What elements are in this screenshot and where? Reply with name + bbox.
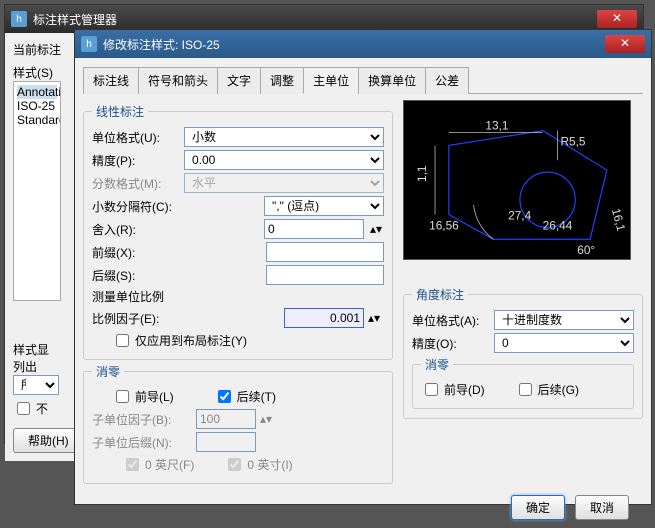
svg-text:16,1: 16,1 (609, 207, 629, 233)
zero-group: 消零 前导(L) 后续(T) 子单位因子(B): ▴▾ 子单位后缀(N): 0 … (83, 363, 393, 484)
ang-unit-format-select[interactable]: 十进制度数 (494, 310, 634, 330)
parent-title: 标注样式管理器 (33, 11, 593, 28)
main-columns: 线性标注 单位格式(U): 小数 精度(P): 0.00 分数格式(M): 水平… (83, 100, 643, 487)
inches-label: 0 英寸(I) (247, 456, 292, 473)
tree-item[interactable]: ISO-25 (17, 99, 57, 113)
round-input[interactable] (264, 219, 364, 239)
angular-group: 角度标注 单位格式(A): 十进制度数 精度(O): 0 消零 前导(D) 后续… (403, 286, 643, 419)
right-column: 13,1 1,1 16,1 27,4 26,44 16,56 60° R5,5 … (403, 100, 643, 487)
app-icon: h (81, 36, 97, 52)
tab-fit[interactable]: 调整 (260, 67, 304, 94)
fraction-format-select: 水平 (184, 173, 384, 193)
sub-suffix-label: 子单位后缀(N): (92, 434, 192, 451)
tree-item[interactable]: Annotative (17, 85, 57, 99)
ok-button[interactable]: 确定 (511, 495, 565, 520)
list-label: 列出 (13, 358, 37, 375)
tab-symbols[interactable]: 符号和箭头 (138, 67, 218, 94)
trailing-label: 后续(T) (237, 388, 276, 405)
styles-tree[interactable]: Annotative ISO-25 Standard (13, 81, 61, 301)
tab-text[interactable]: 文字 (217, 67, 261, 94)
sub-suffix-input (196, 432, 256, 452)
sub-factor-input (196, 409, 256, 429)
tab-bar: 标注线 符号和箭头 文字 调整 主单位 换算单位 公差 (83, 66, 643, 94)
sub-factor-label: 子单位因子(B): (92, 411, 192, 428)
ang-zero-legend: 消零 (421, 356, 453, 373)
svg-text:R5,5: R5,5 (560, 134, 585, 148)
tab-primary-units[interactable]: 主单位 (303, 67, 359, 94)
current-style-label: 当前标注 (13, 41, 61, 58)
dialog-footer: 确定 取消 (83, 487, 643, 528)
svg-text:1,1: 1,1 (415, 165, 429, 182)
ang-leading-checkbox[interactable] (425, 383, 438, 396)
svg-text:26,44: 26,44 (543, 218, 573, 232)
style-display-label: 样式显 (13, 341, 49, 358)
unit-format-select[interactable]: 小数 (184, 127, 384, 147)
modify-dimstyle-dialog: h 修改标注样式: ISO-25 ✕ 标注线 符号和箭头 文字 调整 主单位 换… (74, 29, 652, 505)
ang-zero-group: 消零 前导(D) 后续(G) (412, 356, 634, 409)
ang-precision-label: 精度(O): (412, 335, 490, 352)
leading-label: 前导(L) (135, 388, 174, 405)
suffix-input[interactable] (266, 265, 384, 285)
scale-group: 测量单位比例 比例因子(E): ▴▾ 仅应用到布局标注(Y) (92, 288, 384, 350)
linear-group: 线性标注 单位格式(U): 小数 精度(P): 0.00 分数格式(M): 水平… (83, 103, 393, 360)
feet-label: 0 英尺(F) (145, 456, 194, 473)
zero-legend: 消零 (92, 363, 124, 380)
tab-lines[interactable]: 标注线 (83, 67, 139, 94)
trailing-checkbox[interactable] (218, 390, 231, 403)
svg-text:13,1: 13,1 (485, 119, 508, 133)
svg-text:27,4: 27,4 (508, 209, 531, 223)
scale-factor-label: 比例因子(E): (92, 310, 180, 327)
svg-text:60°: 60° (577, 243, 595, 257)
leading-checkbox[interactable] (116, 390, 129, 403)
precision-select[interactable]: 0.00 (184, 150, 384, 170)
list-filter-select[interactable]: 所有样 (13, 375, 59, 395)
feet-checkbox (126, 458, 139, 471)
fraction-format-label: 分数格式(M): (92, 175, 180, 192)
dimension-preview: 13,1 1,1 16,1 27,4 26,44 16,56 60° R5,5 (403, 100, 631, 260)
ang-leading-label: 前导(D) (444, 381, 485, 398)
unit-format-label: 单位格式(U): (92, 129, 180, 146)
layout-only-label: 仅应用到布局标注(Y) (135, 332, 247, 349)
decimal-sep-select[interactable]: "," (逗点) (264, 196, 384, 216)
inches-checkbox (228, 458, 241, 471)
dialog-content: 标注线 符号和箭头 文字 调整 主单位 换算单位 公差 线性标注 单位格式(U)… (75, 58, 651, 504)
left-column: 线性标注 单位格式(U): 小数 精度(P): 0.00 分数格式(M): 水平… (83, 100, 393, 487)
dialog-titlebar: h 修改标注样式: ISO-25 ✕ (75, 30, 651, 58)
svg-text:16,56: 16,56 (429, 218, 459, 232)
app-icon: h (11, 11, 27, 27)
cancel-button[interactable]: 取消 (575, 495, 629, 520)
suffix-label: 后缀(S): (92, 267, 180, 284)
prefix-input[interactable] (266, 242, 384, 262)
angular-legend: 角度标注 (412, 286, 468, 303)
styles-label: 样式(S) (13, 64, 53, 81)
linear-legend: 线性标注 (92, 103, 148, 120)
layout-only-checkbox[interactable] (116, 334, 129, 347)
ang-trailing-label: 后续(G) (538, 381, 579, 398)
tree-item[interactable]: Standard (17, 113, 57, 127)
ang-unit-format-label: 单位格式(A): (412, 312, 490, 329)
no-checkbox[interactable] (17, 402, 30, 415)
scale-factor-input[interactable] (284, 308, 364, 328)
scale-legend: 测量单位比例 (92, 288, 164, 305)
parent-close-button[interactable]: ✕ (597, 10, 637, 28)
tab-alt-units[interactable]: 换算单位 (358, 67, 426, 94)
ang-precision-select[interactable]: 0 (494, 333, 634, 353)
precision-label: 精度(P): (92, 152, 180, 169)
prefix-label: 前缀(X): (92, 244, 180, 261)
dialog-close-button[interactable]: ✕ (605, 35, 645, 53)
decimal-sep-label: 小数分隔符(C): (92, 198, 180, 215)
ang-trailing-checkbox[interactable] (519, 383, 532, 396)
dialog-title: 修改标注样式: ISO-25 (103, 36, 601, 53)
tab-tolerance[interactable]: 公差 (425, 67, 469, 94)
round-label: 舍入(R): (92, 221, 180, 238)
